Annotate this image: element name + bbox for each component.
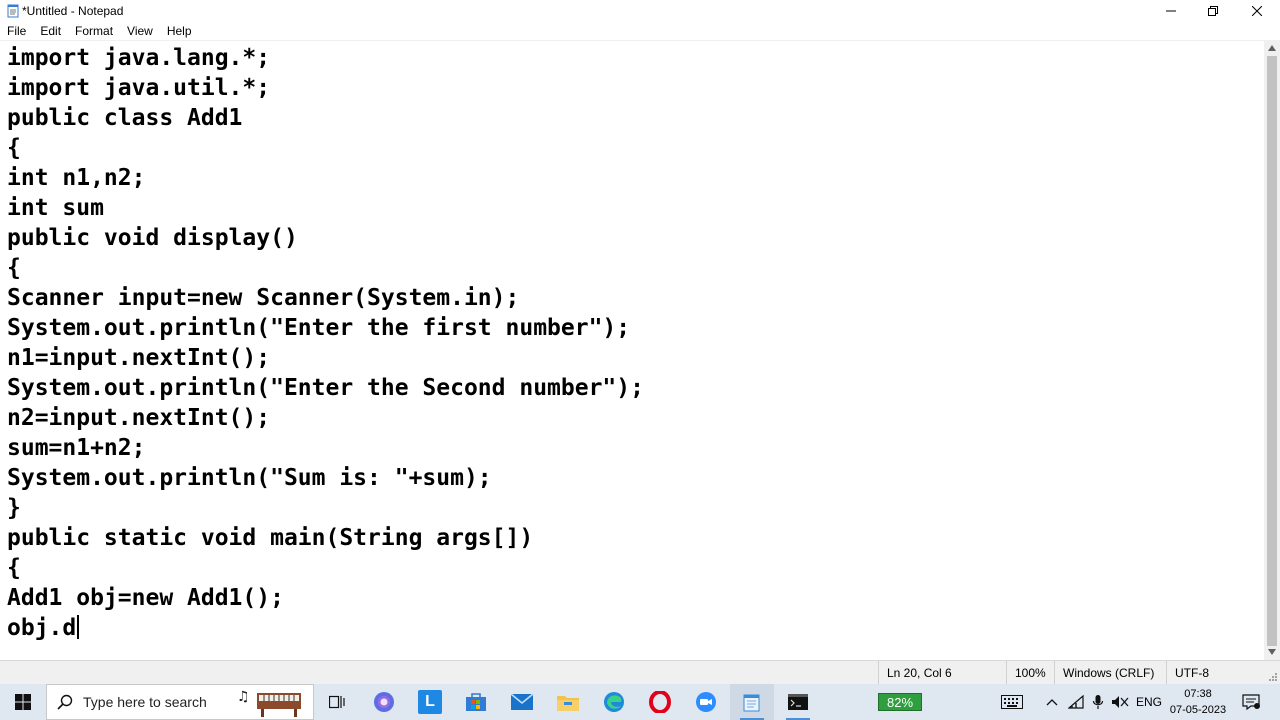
window-title: *Untitled - Notepad xyxy=(22,4,124,18)
status-line-ending: Windows (CRLF) xyxy=(1054,661,1166,685)
code-line-3: public class Add1 xyxy=(7,105,243,131)
taskbar-search[interactable]: ♫ xyxy=(46,684,314,720)
code-line-13: n2=input.nextInt(); xyxy=(7,405,271,431)
code-line-20: obj.d xyxy=(7,613,644,643)
taskbar-app-l[interactable]: L xyxy=(408,684,452,720)
tray-show-hidden-button[interactable] xyxy=(1040,684,1064,720)
zoom-icon xyxy=(696,692,716,712)
chevron-up-icon xyxy=(1046,699,1058,706)
search-input[interactable] xyxy=(83,694,243,710)
menu-view[interactable]: View xyxy=(120,22,160,40)
code-line-2: import java.util.*; xyxy=(7,75,271,101)
minimize-button[interactable] xyxy=(1148,0,1194,22)
code-line-5: int n1,n2; xyxy=(7,165,146,191)
taskbar-app-edge[interactable] xyxy=(592,684,636,720)
code-line-17: public static void main(String args[]) xyxy=(7,525,534,551)
notepad-icon xyxy=(743,694,760,712)
taskbar: ♫ L xyxy=(0,684,1280,720)
tray-keyboard-button[interactable] xyxy=(998,684,1026,720)
restore-icon xyxy=(1208,6,1218,16)
tray-volume-button[interactable] xyxy=(1108,684,1132,720)
chrome-like-icon xyxy=(374,692,394,712)
code-line-18: { xyxy=(7,555,21,581)
code-line-20-text: obj.d xyxy=(7,615,77,641)
wifi-icon xyxy=(1068,695,1084,709)
code-line-10: System.out.println("Enter the first numb… xyxy=(7,315,631,341)
taskbar-app-store[interactable] xyxy=(454,684,498,720)
taskbar-app-browser[interactable] xyxy=(362,684,406,720)
restore-button[interactable] xyxy=(1190,0,1236,22)
opera-icon xyxy=(649,691,671,713)
close-button[interactable] xyxy=(1234,0,1280,22)
close-icon xyxy=(1252,6,1262,16)
start-button[interactable] xyxy=(0,684,46,720)
status-cursor-position: Ln 20, Col 6 xyxy=(878,661,1006,685)
code-line-19: Add1 obj=new Add1(); xyxy=(7,585,284,611)
microphone-icon xyxy=(1092,695,1104,709)
title-bar: *Untitled - Notepad xyxy=(0,0,1280,22)
code-line-1: import java.lang.*; xyxy=(7,45,271,71)
notification-icon xyxy=(1242,694,1260,710)
task-view-icon xyxy=(329,695,345,709)
piano-highlight-icon: ♫ xyxy=(237,689,301,717)
windows-logo-icon xyxy=(15,694,31,710)
taskbar-app-opera[interactable] xyxy=(638,684,682,720)
volume-muted-icon xyxy=(1112,696,1129,708)
status-bar: Ln 20, Col 6 100% Windows (CRLF) UTF-8 xyxy=(0,660,1280,685)
file-explorer-icon xyxy=(557,696,579,711)
vertical-scrollbar[interactable] xyxy=(1264,40,1280,660)
svg-text:♫: ♫ xyxy=(237,689,250,705)
keyboard-icon xyxy=(1001,695,1023,709)
tray-network-button[interactable] xyxy=(1064,684,1088,720)
code-line-8: { xyxy=(7,255,21,281)
menu-edit[interactable]: Edit xyxy=(33,22,68,40)
resize-grip-icon[interactable] xyxy=(1268,672,1278,682)
text-caret xyxy=(77,615,80,639)
store-icon xyxy=(466,693,486,711)
code-line-11: n1=input.nextInt(); xyxy=(7,345,271,371)
minimize-icon xyxy=(1166,10,1176,12)
code-line-9: Scanner input=new Scanner(System.in); xyxy=(7,285,520,311)
notepad-app-icon xyxy=(6,4,20,18)
notification-center-button[interactable] xyxy=(1236,684,1266,720)
menu-help[interactable]: Help xyxy=(160,22,199,40)
menu-format[interactable]: Format xyxy=(68,22,120,40)
tray-language[interactable]: ENG xyxy=(1136,684,1162,720)
status-zoom: 100% xyxy=(1006,661,1054,685)
chevron-up-icon xyxy=(1268,45,1276,51)
menu-bar: File Edit Format View Help xyxy=(0,22,1280,40)
battery-percentage-badge[interactable]: 82% xyxy=(878,693,922,711)
taskbar-app-notepad[interactable] xyxy=(730,684,774,720)
code-line-15: System.out.println("Sum is: "+sum); xyxy=(7,465,492,491)
code-line-12: System.out.println("Enter the Second num… xyxy=(7,375,644,401)
text-editor[interactable]: import java.lang.*; import java.util.*; … xyxy=(0,40,1264,660)
search-icon xyxy=(57,694,73,710)
taskbar-app-zoom[interactable] xyxy=(684,684,728,720)
code-line-16: } xyxy=(7,495,21,521)
task-view-button[interactable] xyxy=(316,684,360,720)
taskbar-app-terminal[interactable] xyxy=(776,684,820,720)
taskbar-app-mail[interactable] xyxy=(500,684,544,720)
menu-file[interactable]: File xyxy=(0,22,33,40)
terminal-icon xyxy=(788,694,808,710)
scroll-down-button[interactable] xyxy=(1264,644,1280,660)
status-encoding: UTF-8 xyxy=(1166,661,1266,685)
scroll-thumb[interactable] xyxy=(1267,56,1277,646)
code-line-4: { xyxy=(7,135,21,161)
chevron-down-icon xyxy=(1268,649,1276,655)
taskbar-clock[interactable]: 07:38 07-05-2023 xyxy=(1166,686,1230,718)
code-lines: import java.lang.*; import java.util.*; … xyxy=(7,43,644,643)
clock-time: 07:38 xyxy=(1184,688,1212,700)
taskbar-app-file-explorer[interactable] xyxy=(546,684,590,720)
code-line-6: int sum xyxy=(7,195,104,221)
tray-microphone-button[interactable] xyxy=(1086,684,1110,720)
mail-icon xyxy=(510,693,534,710)
code-line-7: public void display() xyxy=(7,225,298,251)
code-line-14: sum=n1+n2; xyxy=(7,435,146,461)
edge-icon xyxy=(604,692,624,712)
clock-date: 07-05-2023 xyxy=(1169,704,1227,716)
l-app-icon: L xyxy=(418,690,442,714)
scroll-up-button[interactable] xyxy=(1264,40,1280,56)
